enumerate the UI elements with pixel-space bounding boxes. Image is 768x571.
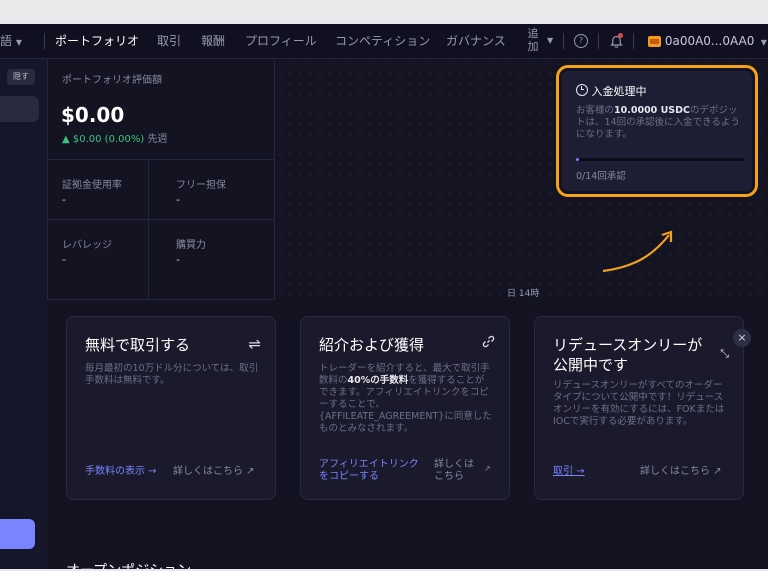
reduce-only-learn-more-link[interactable]: 詳しくはこちら ↗ xyxy=(640,462,722,477)
trade-link[interactable]: 取引 → xyxy=(553,462,585,477)
nav-divider xyxy=(563,33,564,49)
reduce-only-title: リデュースオンリーが 公開中です xyxy=(553,335,702,375)
sidebar-action-button[interactable] xyxy=(0,519,35,549)
reduce-only-title-line1: リデュースオンリーが xyxy=(553,336,703,354)
portfolio-change: ▲ $0.00 (0.00%) 先週 xyxy=(62,130,167,145)
nav-rewards[interactable]: 報酬 xyxy=(201,24,225,58)
external-link-icon: ↗ xyxy=(484,464,491,473)
margin-usage-label: 証拠金使用率 xyxy=(62,180,122,191)
copy-affiliate-link[interactable]: アフィリエイトリンク をコピーする xyxy=(319,459,419,483)
nav-divider xyxy=(44,33,45,49)
swap-arrows-icon: ⇌ xyxy=(248,335,261,353)
nav-competition[interactable]: コンペティション xyxy=(335,24,430,58)
wallet-address: 0a00A0...0AA0 xyxy=(664,34,755,48)
nav-divider xyxy=(598,33,599,49)
referral-learn-more-link[interactable]: 詳しくは こちら xyxy=(434,459,474,483)
app-window: 語 ▼ ポートフォリオ 取引 報酬 プロフィール コンペティション ガバナンス … xyxy=(0,24,768,569)
nav-add-line1: 追 xyxy=(527,27,539,40)
portfolio-summary: ポートフォリオ評価額 $0.00 ▲ $0.00 (0.00%) 先週 証拠金使… xyxy=(47,59,275,300)
referral-card: 紹介および獲得 トレーダーを紹介すると、最大で取引手数料の40%の手数料を獲得す… xyxy=(300,316,510,500)
reduce-only-body: リデュースオンリーがすべてのオーダータイプについて公開中です！リデュースオンリー… xyxy=(553,380,725,427)
close-icon[interactable]: × xyxy=(733,329,751,347)
portfolio-change-period: 先週 xyxy=(147,134,168,145)
language-selector[interactable]: 語 ▼ xyxy=(0,24,22,58)
top-nav: 語 ▼ ポートフォリオ 取引 報酬 プロフィール コンペティション ガバナンス … xyxy=(0,24,768,59)
free-collateral-label: フリー担保 xyxy=(176,180,226,191)
deposit-message-pre: お客様の xyxy=(576,105,615,116)
divider xyxy=(47,159,274,160)
reduce-only-title-line2: 公開中です xyxy=(553,356,629,374)
buying-power-label: 購買力 xyxy=(176,240,206,251)
portfolio-chart: 日 14時 入金処理中 お客様の10.0000 USDCのデポジットは、14回の… xyxy=(275,59,768,299)
sidebar-selected-item[interactable] xyxy=(0,96,39,122)
nav-portfolio[interactable]: ポートフォリオ xyxy=(55,24,139,58)
language-label: 語 xyxy=(0,34,13,48)
promo-section: 無料で取引する ⇌ 毎月最初の10万ドル分については、取引手数料は無料です。 手… xyxy=(47,300,768,569)
free-trade-card: 無料で取引する ⇌ 毎月最初の10万ドル分については、取引手数料は無料です。 手… xyxy=(66,316,276,500)
deposit-progress-fill xyxy=(576,158,580,161)
chart-x-tick: 日 14時 xyxy=(507,289,540,299)
portfolio-value: $0.00 xyxy=(61,103,125,127)
copy-affiliate-link-line1: アフィリエイトリンク xyxy=(319,459,419,470)
free-trade-body: 毎月最初の10万ドル分については、取引手数料は無料です。 xyxy=(85,363,259,386)
wallet-button[interactable]: 0a00A0...0AA0 ▼ xyxy=(648,24,767,58)
divider xyxy=(148,159,149,299)
free-collateral-value: - xyxy=(176,193,180,206)
referral-learn-more-line1: 詳しくは xyxy=(434,459,474,470)
deposit-amount: 10.0000 USDC xyxy=(614,105,691,116)
copy-affiliate-link-line2: をコピーする xyxy=(319,471,379,482)
leverage-label: レバレッジ xyxy=(62,240,112,251)
divider xyxy=(47,219,274,220)
bell-icon[interactable] xyxy=(610,24,623,58)
free-trade-title: 無料で取引する xyxy=(85,336,191,354)
deposit-message: お客様の10.0000 USDCのデポジットは、14回の承認後に入金できるように… xyxy=(576,105,746,141)
chevron-down-icon: ▼ xyxy=(15,38,22,47)
leverage-value: - xyxy=(62,253,66,266)
view-fees-link[interactable]: 手数料の表示 → xyxy=(85,462,157,477)
referral-learn-more-line2: こちら xyxy=(434,471,464,482)
deposit-pending-card: 入金処理中 お客様の10.0000 USDCのデポジットは、14回の承認後に入金… xyxy=(562,71,752,191)
notification-dot xyxy=(618,33,623,38)
wallet-avatar-icon xyxy=(648,36,661,47)
deposit-confirmation-count: 0/14回承認 xyxy=(576,171,626,182)
margin-usage-value: - xyxy=(62,193,66,206)
nav-add-menu[interactable]: 追 加 xyxy=(524,27,542,53)
portfolio-change-value: ▲ $0.00 (0.00%) xyxy=(62,134,145,145)
referral-body: トレーダーを紹介すると、最大で取引手数料の40%の手数料を獲得することができます… xyxy=(319,363,493,435)
chevron-down-icon: ▼ xyxy=(758,38,767,47)
referral-body-highlight: 40%の手数料 xyxy=(347,375,409,386)
help-icon[interactable]: ? xyxy=(574,34,588,48)
collapse-arrows-icon: ⤡ xyxy=(720,347,729,360)
nav-profile[interactable]: プロフィール xyxy=(245,24,317,58)
deposit-title: 入金処理中 xyxy=(591,85,647,98)
sidebar: 隠す xyxy=(0,59,48,569)
nav-governance[interactable]: ガバナンス xyxy=(446,24,506,58)
nav-trade[interactable]: 取引 xyxy=(157,24,181,58)
chevron-down-icon[interactable]: ▼ xyxy=(547,24,553,58)
highlight-arrow-icon xyxy=(602,230,673,273)
deposit-title-row: 入金処理中 xyxy=(576,83,647,99)
buying-power-value: - xyxy=(176,253,180,266)
clock-icon xyxy=(576,84,588,96)
hide-button[interactable]: 隠す xyxy=(7,69,35,85)
nav-add-line2: 加 xyxy=(527,40,539,53)
free-trade-learn-more-link[interactable]: 詳しくはこちら ↗ xyxy=(173,462,255,477)
deposit-progress-bar xyxy=(576,158,744,161)
portfolio-value-label: ポートフォリオ評価額 xyxy=(62,75,162,86)
referral-title: 紹介および獲得 xyxy=(319,336,425,354)
nav-divider xyxy=(633,33,634,49)
link-icon xyxy=(482,335,495,351)
reduce-only-card: リデュースオンリーが 公開中です ⤡ リデュースオンリーがすべてのオーダータイプ… xyxy=(534,316,744,500)
open-positions-title: オープンポジション xyxy=(66,560,191,569)
